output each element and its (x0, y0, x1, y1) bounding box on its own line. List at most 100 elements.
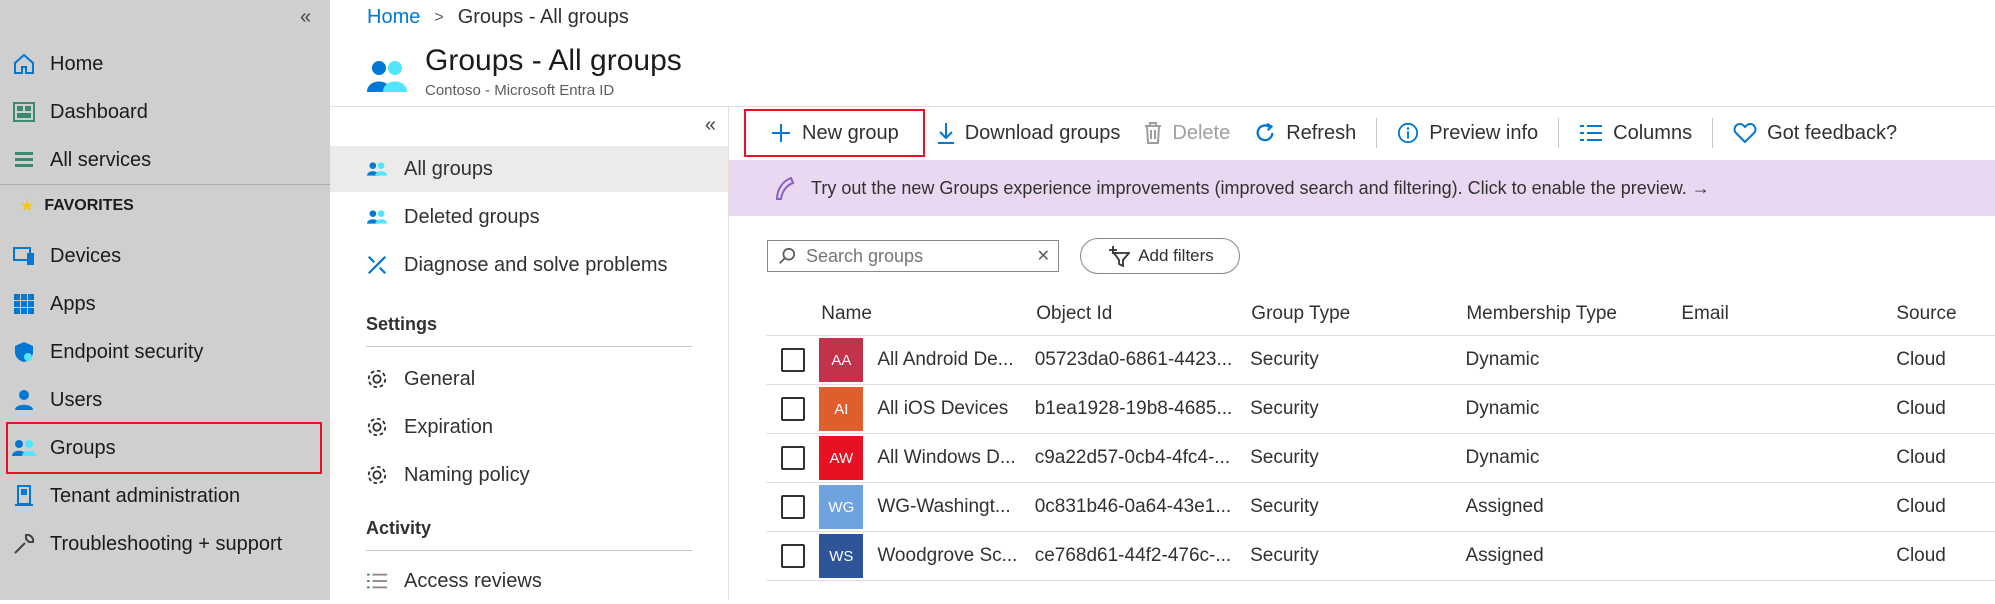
menu-item-diagnose[interactable]: Diagnose and solve problems (330, 242, 728, 288)
activity-divider (366, 550, 692, 551)
nav-item-groups[interactable]: Groups (6, 422, 322, 474)
name-cell: WG WG-Washingt... (819, 485, 1034, 529)
gear-icon (366, 464, 388, 486)
delete-button[interactable]: Delete (1132, 111, 1242, 155)
breadcrumb-current: Groups - All groups (457, 6, 629, 28)
table-row[interactable]: AI All iOS Devices b1ea1928-19b8-4685... Se… (766, 385, 1995, 434)
nav-item-endpoint-security[interactable]: Endpoint security (10, 330, 322, 374)
menu-item-label: Expiration (404, 415, 493, 438)
group-name-link[interactable]: Woodgrove Sc... (877, 545, 1017, 567)
nav-item-devices[interactable]: Devices (10, 234, 322, 278)
preview-info-button[interactable]: Preview info (1385, 111, 1550, 155)
nav-item-label: Troubleshooting + support (50, 532, 283, 555)
favorites-heading: ★ FAVORITES (20, 196, 134, 216)
source-cell: Cloud (1896, 545, 1946, 566)
breadcrumb: Home > Groups - All groups (367, 6, 629, 29)
row-checkbox[interactable] (780, 397, 805, 421)
command-bar: New group Download groups Delete Refresh… (744, 109, 1909, 157)
groups-icon (366, 207, 388, 227)
table-header-row: Name Object Id Group Type Membership Typ… (766, 293, 1995, 336)
nav-item-dashboard[interactable]: Dashboard (10, 90, 322, 134)
table-row[interactable]: WG WG-Washingt... 0c831b46-0a64-43e1... Sec… (766, 483, 1995, 532)
row-checkbox[interactable] (780, 446, 805, 470)
search-box[interactable]: ✕ (767, 240, 1059, 272)
name-cell: AI All iOS Devices (819, 387, 1034, 431)
row-check-cell (766, 446, 819, 470)
menu-item-label: Naming policy (404, 463, 530, 486)
nav-divider (0, 184, 330, 185)
object-id-cell: 05723da0-6861-4423... (1034, 349, 1233, 370)
source-cell: Cloud (1896, 398, 1946, 419)
nav-item-label: Home (50, 52, 104, 75)
home-icon (10, 50, 38, 78)
row-check-cell (766, 348, 819, 372)
tenant-admin-icon (10, 482, 38, 510)
column-header-source[interactable]: Source (1896, 303, 1995, 325)
menu-item-naming-policy[interactable]: Naming policy (330, 452, 728, 498)
group-avatar: WS (819, 534, 864, 578)
nav-item-tenant-administration[interactable]: Tenant administration (10, 474, 322, 518)
nav-item-all-services[interactable]: All services (10, 138, 322, 182)
menu-item-label: All groups (404, 157, 493, 180)
row-check-cell (766, 544, 819, 568)
new-group-button[interactable]: New group (744, 109, 925, 157)
delete-label: Delete (1172, 121, 1231, 144)
column-header-email[interactable]: Email (1681, 303, 1896, 325)
nav-item-label: Users (50, 388, 103, 411)
row-checkbox[interactable] (780, 544, 805, 568)
groups-icon (10, 434, 38, 462)
nav-item-label: Dashboard (50, 100, 148, 123)
table-row[interactable]: AW All Windows D... c9a22d57-0cb4-4fc4-...… (766, 434, 1995, 483)
apps-icon (10, 290, 38, 318)
nav-item-troubleshooting[interactable]: Troubleshooting + support (10, 522, 322, 566)
membership-type-cell: Assigned (1465, 545, 1544, 566)
clear-icon[interactable]: ✕ (1037, 246, 1050, 266)
membership-type-cell: Dynamic (1465, 447, 1540, 468)
column-header-object-id[interactable]: Object Id (1036, 303, 1251, 325)
group-name-link[interactable]: All Android De... (877, 349, 1013, 371)
nav-item-home[interactable]: Home (10, 42, 322, 86)
nav-item-apps[interactable]: Apps (10, 282, 322, 326)
search-input[interactable] (804, 244, 1018, 268)
download-icon (937, 122, 955, 144)
gear-icon (366, 416, 388, 438)
row-check-cell (766, 495, 819, 519)
membership-type-cell: Assigned (1465, 496, 1544, 517)
menu-item-all-groups[interactable]: All groups (330, 146, 728, 192)
search-icon (778, 247, 796, 265)
table-row[interactable]: WS Woodgrove Sc... ce768d61-44f2-476c-... S… (766, 532, 1995, 581)
menu-item-access-reviews[interactable]: Access reviews (330, 558, 728, 604)
row-checkbox[interactable] (780, 495, 805, 519)
preview-banner[interactable]: Try out the new Groups experience improv… (729, 160, 1995, 216)
column-header-membership-type[interactable]: Membership Type (1466, 303, 1681, 325)
columns-button[interactable]: Columns (1567, 111, 1704, 155)
name-cell: WS Woodgrove Sc... (819, 534, 1034, 578)
column-header-group-type[interactable]: Group Type (1251, 303, 1466, 325)
row-checkbox[interactable] (780, 348, 805, 372)
membership-type-cell: Dynamic (1465, 398, 1540, 419)
collapse-menu-icon[interactable]: « (705, 114, 716, 137)
nav-item-users[interactable]: Users (10, 378, 322, 422)
add-filters-button[interactable]: Add filters (1080, 238, 1240, 274)
favorites-label: FAVORITES (44, 197, 134, 214)
column-header-name[interactable]: Name (819, 303, 1036, 325)
wrench-icon (366, 254, 388, 276)
collapse-nav-icon[interactable]: « (300, 6, 311, 29)
group-avatar: AI (819, 387, 864, 431)
menu-item-expiration[interactable]: Expiration (330, 404, 728, 450)
download-groups-button[interactable]: Download groups (925, 111, 1133, 155)
group-avatar: AA (819, 338, 864, 382)
nav-item-label: Groups (50, 436, 116, 459)
feedback-button[interactable]: Got feedback? (1721, 111, 1909, 155)
refresh-button[interactable]: Refresh (1242, 111, 1368, 155)
group-name-link[interactable]: WG-Washingt... (877, 496, 1010, 518)
group-type-cell: Security (1250, 545, 1319, 566)
group-name-link[interactable]: All iOS Devices (877, 398, 1008, 420)
menu-item-general[interactable]: General (330, 356, 728, 402)
rocket-icon (773, 175, 797, 201)
breadcrumb-home-link[interactable]: Home (367, 6, 420, 29)
toolbar-divider (1558, 118, 1560, 148)
menu-item-deleted-groups[interactable]: Deleted groups (330, 194, 728, 240)
table-row[interactable]: AA All Android De... 05723da0-6861-4423...… (766, 336, 1995, 385)
group-name-link[interactable]: All Windows D... (877, 447, 1015, 469)
